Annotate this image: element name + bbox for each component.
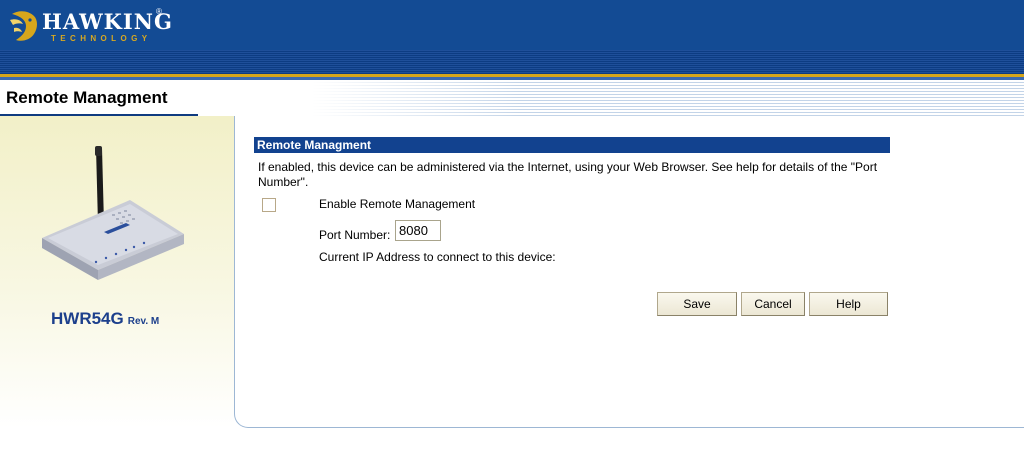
device-panel: HWR54G Rev. M <box>0 116 234 428</box>
help-button[interactable]: Help <box>809 292 888 316</box>
brand-name: HAWKING <box>42 9 173 34</box>
save-button[interactable]: Save <box>657 292 737 316</box>
port-number-input[interactable] <box>395 220 441 241</box>
page-title: Remote Managment <box>6 88 168 107</box>
header-bar: HAWKING ® TECHNOLOGY <box>0 0 1024 50</box>
section-header: Remote Managment <box>254 137 890 153</box>
brand-subtitle: TECHNOLOGY <box>51 34 152 43</box>
current-ip-label: Current IP Address to connect to this de… <box>319 250 556 264</box>
model-label: HWR54G Rev. M <box>51 309 159 329</box>
section-description: If enabled, this device can be administe… <box>258 160 878 189</box>
hawk-logo-icon <box>10 11 37 41</box>
wireless-router-icon <box>42 146 184 280</box>
cancel-button[interactable]: Cancel <box>741 292 805 316</box>
section-title: Remote Managment <box>257 138 372 152</box>
enable-remote-management-checkbox[interactable] <box>262 198 276 212</box>
model-name: HWR54G <box>51 309 124 328</box>
model-revision: Rev. M <box>127 316 160 327</box>
enable-remote-management-label: Enable Remote Management <box>319 197 476 211</box>
hawking-logo: HAWKING ® TECHNOLOGY <box>8 4 178 48</box>
header-stripes <box>0 50 1024 76</box>
registered-mark: ® <box>156 7 162 16</box>
port-number-label: Port Number: <box>319 228 391 242</box>
page: HAWKING ® TECHNOLOGY Remote Managment HW… <box>0 0 1024 473</box>
